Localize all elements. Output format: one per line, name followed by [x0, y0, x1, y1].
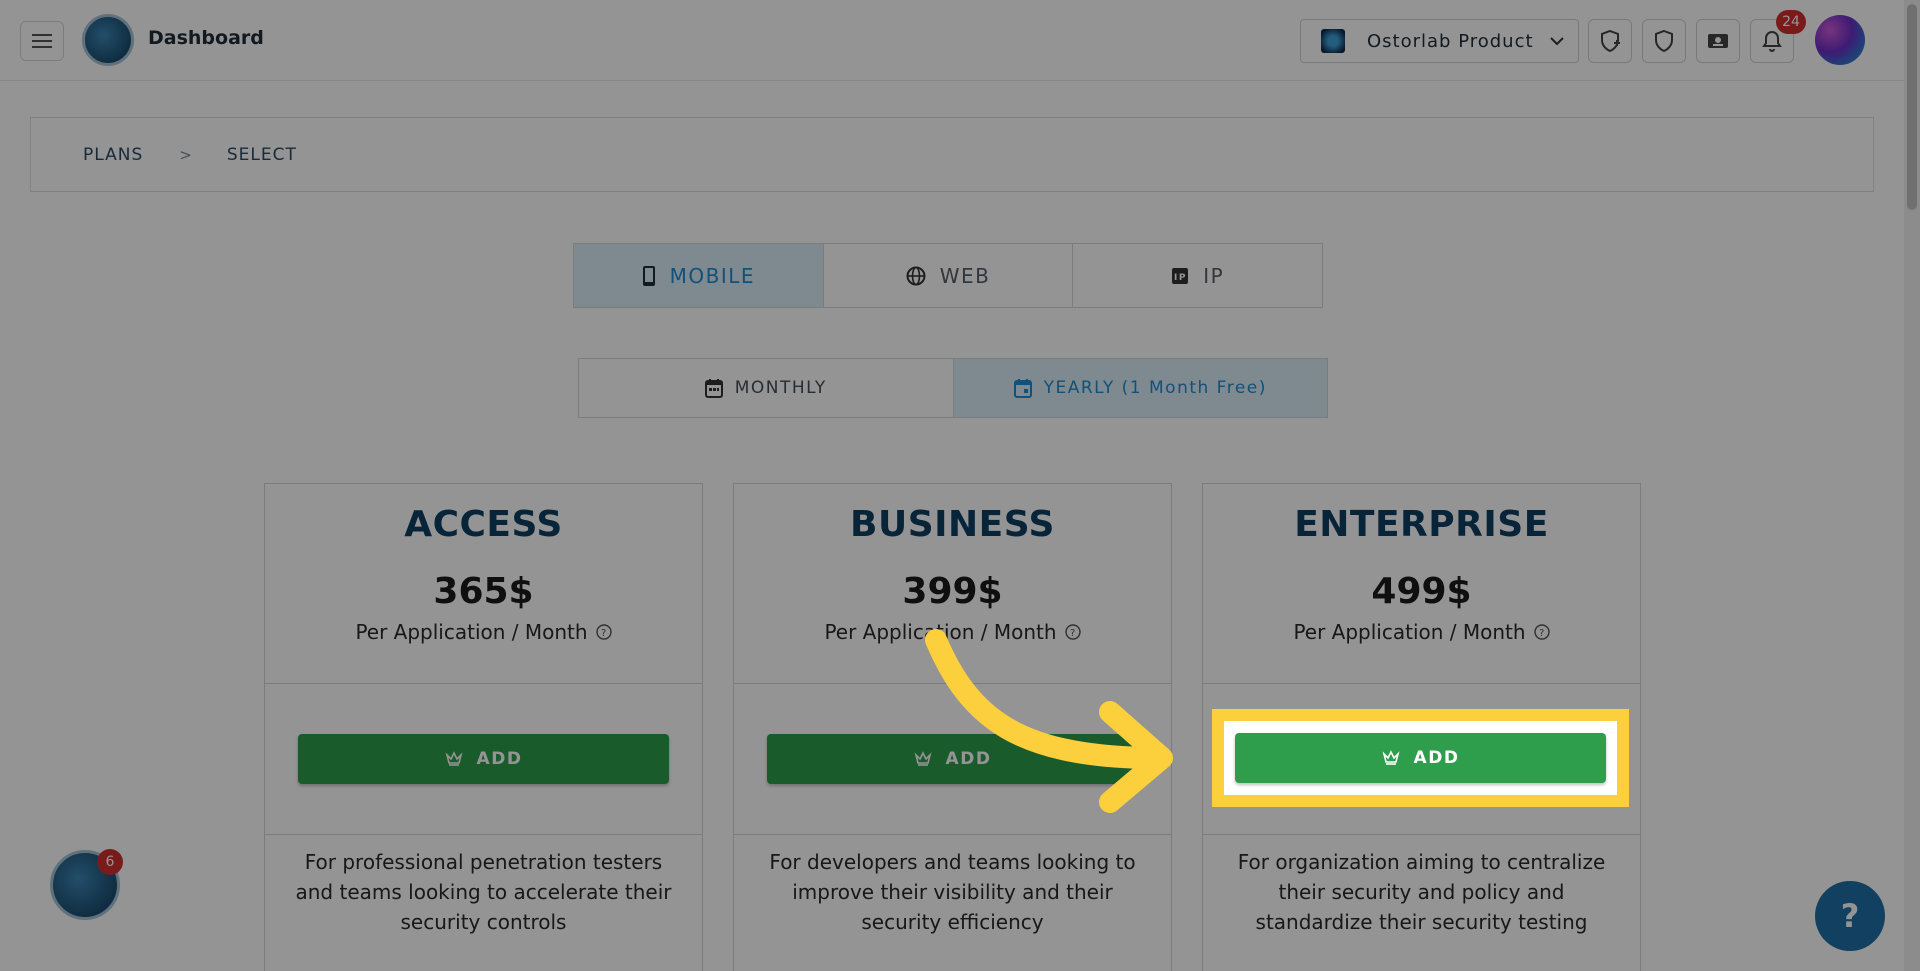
plan-price: 399$ — [902, 571, 1003, 612]
breadcrumb-select: SELECT — [226, 144, 297, 165]
shield-plus-icon — [1601, 29, 1620, 53]
tab-mobile-label: MOBILE — [669, 263, 756, 288]
help-circle-icon[interactable]: ? — [1533, 624, 1550, 640]
app-logo[interactable] — [82, 14, 134, 66]
breadcrumb: PLANS > SELECT — [30, 117, 1874, 192]
breadcrumb-separator: > — [179, 145, 193, 164]
add-plan-access-button[interactable]: ADD — [298, 734, 669, 784]
top-bar: Dashboard Ostorlab Product 24 — [0, 0, 1920, 81]
contact-card-icon — [1708, 34, 1728, 48]
user-avatar[interactable] — [1815, 15, 1865, 65]
crown-icon — [1382, 750, 1400, 765]
period-yearly[interactable]: YEARLY (1 Month Free) — [953, 359, 1327, 417]
add-plan-enterprise-button[interactable]: ADD — [1235, 733, 1606, 783]
contact-card-button[interactable] — [1696, 19, 1740, 63]
help-chat-button[interactable]: ? — [1815, 881, 1885, 951]
calendar-event-icon — [1013, 379, 1032, 398]
pointer-arrow-icon — [925, 629, 1173, 813]
calendar-icon — [704, 379, 723, 398]
widget-badge: 6 — [97, 849, 123, 875]
tab-web[interactable]: WEB — [824, 244, 1074, 307]
add-button-label: ADD — [476, 749, 523, 769]
plan-name: ACCESS — [404, 504, 563, 545]
breadcrumb-plans[interactable]: PLANS — [83, 145, 143, 165]
svg-text:?: ? — [1539, 628, 1544, 639]
organization-name: Ostorlab Product — [1367, 30, 1534, 52]
period-monthly-label: MONTHLY — [734, 378, 827, 398]
org-logo-icon — [1321, 29, 1345, 53]
plan-description: For developers and teams looking to impr… — [769, 850, 1136, 934]
smartphone-icon — [642, 265, 655, 286]
period-monthly[interactable]: MONTHLY — [579, 359, 954, 417]
plan-name: BUSINESS — [850, 504, 1055, 545]
plan-description: For professional penetration testers and… — [295, 850, 672, 934]
plan-card-access: ACCESS 365$ Per Application / Month? ADD… — [264, 483, 703, 971]
add-scan-button[interactable] — [1588, 19, 1632, 63]
svg-text:?: ? — [601, 628, 606, 639]
page-title: Dashboard — [148, 27, 264, 49]
hamburger-menu-button[interactable] — [20, 21, 64, 61]
shield-icon — [1655, 29, 1673, 53]
globe-icon — [906, 266, 926, 285]
help-circle-icon[interactable]: ? — [595, 624, 612, 640]
asset-type-tabs: MOBILE WEB IP IP — [573, 243, 1323, 308]
notification-count-badge: 24 — [1776, 10, 1806, 34]
tab-ip[interactable]: IP IP — [1073, 244, 1322, 307]
plan-price: 365$ — [433, 571, 534, 612]
plan-unit: Per Application / Month — [355, 620, 588, 644]
plan-description: For organization aiming to centralize th… — [1237, 850, 1606, 934]
plan-name: ENTERPRISE — [1294, 504, 1549, 545]
menu-icon — [32, 34, 52, 48]
svg-text:IP: IP — [1174, 273, 1187, 283]
chevron-down-icon — [1549, 36, 1564, 45]
add-button-label: ADD — [1413, 748, 1460, 768]
ip-icon: IP — [1172, 267, 1189, 284]
period-yearly-label: YEARLY (1 Month Free) — [1043, 378, 1267, 398]
billing-period-toggle: MONTHLY YEARLY (1 Month Free) — [578, 358, 1328, 418]
crown-icon — [445, 751, 463, 766]
tab-mobile[interactable]: MOBILE — [574, 244, 824, 307]
bell-icon — [1762, 30, 1782, 52]
plan-price: 499$ — [1371, 571, 1472, 612]
tab-ip-label: IP — [1203, 263, 1225, 288]
plan-unit: Per Application / Month — [1293, 620, 1526, 644]
organization-selector[interactable]: Ostorlab Product — [1300, 19, 1579, 63]
security-button[interactable] — [1642, 19, 1686, 63]
tab-web-label: WEB — [939, 263, 991, 288]
scrollbar-thumb[interactable] — [1907, 4, 1917, 210]
